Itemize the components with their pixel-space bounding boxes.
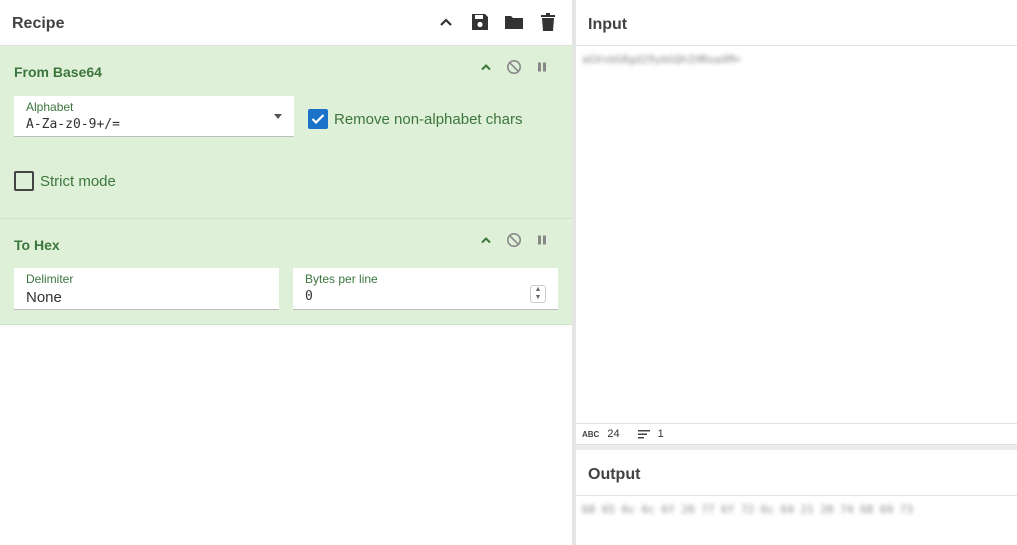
delimiter-value: None bbox=[26, 289, 62, 306]
recipe-header: Recipe bbox=[0, 0, 572, 46]
operation-to-hex: To Hex Delimiter None Bytes per line 0 ▲… bbox=[0, 219, 572, 325]
input-textarea[interactable]: aGVsbG8gd29ybGQhIHRoaXM= bbox=[582, 53, 741, 66]
operation-from-base64: From Base64 Alphabet A-Za-z0-9+/= Remove… bbox=[0, 46, 572, 219]
pause-icon[interactable] bbox=[534, 232, 550, 248]
strict-mode-option[interactable]: Strict mode bbox=[14, 171, 116, 191]
line-count: 1 bbox=[657, 428, 664, 440]
disable-icon[interactable] bbox=[506, 59, 522, 75]
operation-title: From Base64 bbox=[14, 64, 102, 80]
number-stepper[interactable]: ▲ ▼ bbox=[530, 285, 546, 303]
bytes-per-line-input[interactable]: Bytes per line 0 ▲ ▼ bbox=[293, 268, 558, 310]
bytes-per-line-value: 0 bbox=[305, 289, 313, 304]
input-header: Input bbox=[576, 0, 1017, 46]
recipe-panel: Recipe From Base64 Alphabet A-Za-z0-9+/=… bbox=[0, 0, 572, 545]
remove-nonalpha-label: Remove non-alphabet chars bbox=[334, 110, 523, 128]
stepper-down-icon[interactable]: ▼ bbox=[535, 294, 542, 302]
alphabet-value: A-Za-z0-9+/= bbox=[26, 117, 120, 132]
trash-icon[interactable] bbox=[538, 12, 558, 32]
output-title: Output bbox=[588, 466, 641, 483]
strict-mode-checkbox[interactable] bbox=[14, 171, 34, 191]
remove-nonalpha-checkbox[interactable] bbox=[308, 109, 328, 129]
alphabet-label: Alphabet bbox=[26, 100, 74, 114]
delimiter-label: Delimiter bbox=[26, 272, 74, 286]
line-count-icon bbox=[637, 429, 650, 439]
disable-icon[interactable] bbox=[506, 232, 522, 248]
input-title: Input bbox=[588, 16, 628, 33]
alphabet-select[interactable]: Alphabet A-Za-z0-9+/= bbox=[14, 96, 294, 137]
operation-title: To Hex bbox=[14, 237, 60, 253]
char-count-icon: ABC bbox=[582, 429, 600, 439]
caret-down-icon bbox=[274, 114, 282, 119]
folder-icon[interactable] bbox=[504, 12, 524, 32]
char-count: 24 bbox=[607, 428, 620, 440]
recipe-toolbar bbox=[436, 12, 558, 32]
operation-controls bbox=[478, 59, 550, 75]
chevron-up-icon[interactable] bbox=[478, 232, 494, 248]
input-status-bar: ABC 24 1 bbox=[576, 423, 1017, 445]
chevron-up-icon[interactable] bbox=[478, 59, 494, 75]
recipe-title: Recipe bbox=[12, 15, 65, 32]
strict-mode-label: Strict mode bbox=[40, 172, 116, 190]
output-header: Output bbox=[576, 450, 1017, 496]
remove-nonalpha-option[interactable]: Remove non-alphabet chars bbox=[308, 109, 522, 129]
save-icon[interactable] bbox=[470, 12, 490, 32]
bytes-per-line-label: Bytes per line bbox=[305, 272, 378, 286]
output-textarea[interactable]: 68 65 6c 6c 6f 20 77 6f 72 6c 64 21 20 7… bbox=[582, 503, 913, 516]
operation-controls bbox=[478, 232, 550, 248]
pause-icon[interactable] bbox=[534, 59, 550, 75]
chevron-up-icon[interactable] bbox=[436, 12, 456, 32]
stepper-up-icon[interactable]: ▲ bbox=[535, 286, 542, 294]
delimiter-select[interactable]: Delimiter None bbox=[14, 268, 279, 310]
